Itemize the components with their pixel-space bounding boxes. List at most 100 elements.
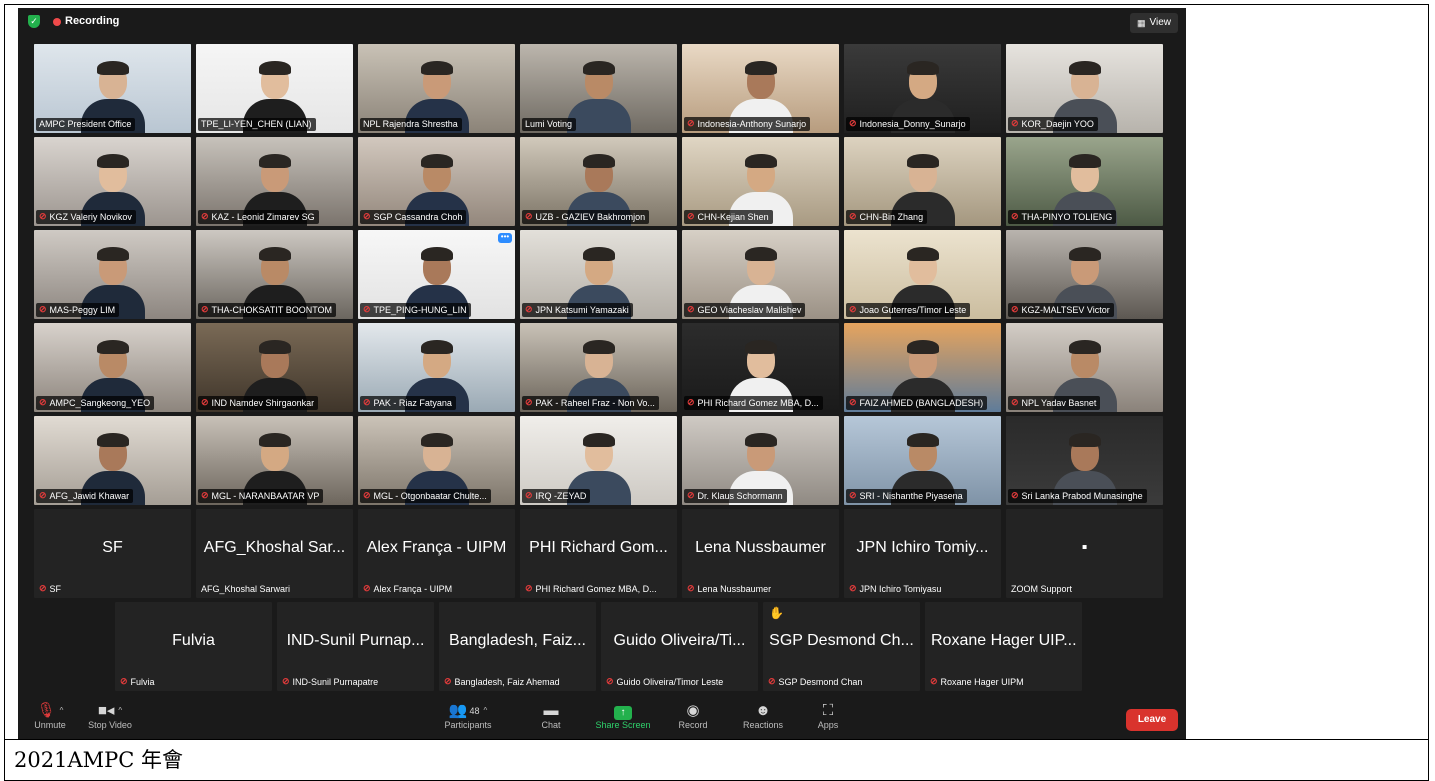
participant-video-tile[interactable]: ⊘ KOR_Daejin YOO [1006, 44, 1163, 133]
participant-video-tile[interactable]: ⊘ MAS-Peggy LIM [34, 230, 191, 319]
participant-video-tile[interactable]: ⊘ PAK - Raheel Fraz - Non Vo... [520, 323, 677, 412]
participant-name-label: ⊘ Fulvia [117, 675, 159, 689]
participant-name-tile[interactable]: ✋ SGP Desmond Ch... ⊘ SGP Desmond Chan [763, 602, 920, 691]
view-button[interactable]: ▦ View [1129, 13, 1178, 33]
participant-video-tile[interactable]: ••• ⊘ TPE_PING-HUNG_LIN [358, 230, 515, 319]
participant-video-tile[interactable]: ⊘ MGL - Otgonbaatar Chulte... [358, 416, 515, 505]
participant-name-label: ⊘ JPN Ichiro Tomiyasu [846, 582, 945, 596]
microphone-muted-icon: ⊘ [39, 490, 47, 500]
participant-display-name: Fulvia [172, 632, 215, 649]
chat-button[interactable]: ▬ Chat [533, 702, 569, 730]
chevron-up-icon[interactable]: ^ [60, 706, 64, 715]
participant-name-tile[interactable]: Bangladesh, Faiz... ⊘ Bangladesh, Faiz Ahe… [439, 602, 596, 691]
participant-video-tile[interactable]: ⊘ THA-CHOKSATIT BOONTOM [196, 230, 353, 319]
participant-name-label: ⊘ PAK - Raheel Fraz - Non Vo... [522, 396, 659, 410]
participant-name: Indonesia-Anthony Sunarjo [697, 118, 807, 129]
reactions-button[interactable]: ☻ Reactions [736, 702, 790, 730]
participant-video-tile[interactable]: ⊘ KGZ-MALTSEV Victor [1006, 230, 1163, 319]
chevron-up-icon[interactable]: ^ [483, 706, 487, 715]
participant-video-tile[interactable]: ⊘ AFG_Jawid Khawar [34, 416, 191, 505]
participant-name-label: ⊘ Joao Guterres/Timor Leste [846, 303, 971, 317]
participant-display-name: Bangladesh, Faiz... [449, 632, 586, 649]
apps-button[interactable]: ⛶ Apps [811, 702, 845, 730]
participant-name-tile[interactable]: Guido Oliveira/Ti... ⊘ Guido Oliveira/Timo… [601, 602, 758, 691]
participant-video-tile[interactable]: ⊘ NPL Yadav Basnet [1006, 323, 1163, 412]
more-options-icon[interactable]: ••• [498, 233, 512, 243]
microphone-muted-icon: ⊘ [363, 490, 371, 500]
participant-name-label: ⊘ Dr. Klaus Schormann [684, 489, 787, 503]
participant-video-tile[interactable]: ⊘ Joao Guterres/Timor Leste [844, 230, 1001, 319]
participant-name-tile[interactable]: JPN Ichiro Tomiy... ⊘ JPN Ichiro Tomiyasu [844, 509, 1001, 598]
participant-video-tile[interactable]: ⊘ SGP Cassandra Choh [358, 137, 515, 226]
participant-name: THA-CHOKSATIT BOONTOM [211, 304, 333, 315]
microphone-muted-icon: ⊘ [363, 211, 371, 221]
participant-name: AFG_Jawid Khawar [49, 490, 130, 501]
participant-video-tile[interactable]: ⊘ Indonesia-Anthony Sunarjo [682, 44, 839, 133]
participant-name-label: ⊘ Bangladesh, Faiz Ahemad [441, 675, 564, 689]
participant-video-tile[interactable]: ⊘ Sri Lanka Prabod Munasinghe [1006, 416, 1163, 505]
participant-video-tile[interactable]: ⊘ PHI Richard Gomez MBA, D... [682, 323, 839, 412]
participant-name-tile[interactable]: ▪ ZOOM Support [1006, 509, 1163, 598]
chat-label: Chat [541, 720, 561, 730]
participant-name-label: ⊘ PHI Richard Gomez MBA, D... [522, 582, 661, 596]
participant-video-feed [566, 61, 631, 133]
participant-video-tile[interactable]: ⊘ KGZ Valeriy Novikov [34, 137, 191, 226]
participant-video-tile[interactable]: ⊘ GEO Viacheslav Malishev [682, 230, 839, 319]
participant-video-tile[interactable]: ⊘ CHN-Bin Zhang [844, 137, 1001, 226]
participant-video-tile[interactable]: ⊘ JPN Katsumi Yamazaki [520, 230, 677, 319]
microphone-muted-icon: ⊘ [39, 304, 47, 314]
participant-name-tile[interactable]: IND-Sunil Purnap... ⊘ IND-Sunil Purnapatre [277, 602, 434, 691]
microphone-muted-icon: ⊘ [1011, 211, 1019, 221]
participant-video-tile[interactable]: ⊘ KAZ - Leonid Zimarev SG [196, 137, 353, 226]
unmute-button[interactable]: 🎙 ^ Unmute [28, 702, 72, 730]
participant-video-tile[interactable]: ⊘ FAIZ AHMED (BANGLADESH) [844, 323, 1001, 412]
participant-name-label: ⊘ Indonesia_Donny_Sunarjo [846, 117, 970, 131]
participant-name: Guido Oliveira/Timor Leste [616, 676, 724, 687]
microphone-muted-icon: ⊘ [525, 304, 533, 314]
shield-icon[interactable]: ✓ [28, 15, 40, 28]
participant-name-tile[interactable]: SF ⊘ SF [34, 509, 191, 598]
participant-video-tile[interactable]: ⊘ PAK - Riaz Fatyana [358, 323, 515, 412]
participant-name-label: ⊘ GEO Viacheslav Malishev [684, 303, 806, 317]
participants-button[interactable]: 👥 48 ^ Participants [438, 702, 498, 730]
participant-video-tile[interactable]: ⊘ THA-PINYO TOLIENG [1006, 137, 1163, 226]
document-divider [4, 739, 1429, 740]
leave-button[interactable]: Leave [1126, 709, 1178, 731]
participant-name: Joao Guterres/Timor Leste [859, 304, 967, 315]
participant-name-label: ⊘ Roxane Hager UIPM [927, 675, 1028, 689]
record-button[interactable]: ◉ Record [673, 702, 713, 730]
participant-name: SRI - Nishanthe Piyasena [859, 490, 963, 501]
stop-video-button[interactable]: ■◂ ^ Stop Video [80, 702, 140, 730]
participant-video-tile[interactable]: TPE_LI-YEN_CHEN (LIAN) [196, 44, 353, 133]
participant-name-tile[interactable]: Roxane Hager UIP... ⊘ Roxane Hager UIPM [925, 602, 1082, 691]
participant-video-tile[interactable]: ⊘ Dr. Klaus Schormann [682, 416, 839, 505]
chevron-up-icon[interactable]: ^ [118, 706, 122, 715]
participant-name-tile[interactable]: Fulvia ⊘ Fulvia [115, 602, 272, 691]
participant-video-tile[interactable]: ⊘ SRI - Nishanthe Piyasena [844, 416, 1001, 505]
participant-video-tile[interactable]: ⊘ Indonesia_Donny_Sunarjo [844, 44, 1001, 133]
participant-video-tile[interactable]: ⊘ CHN-Kejian Shen [682, 137, 839, 226]
participant-name-label: ZOOM Support [1008, 583, 1076, 596]
participant-video-tile[interactable]: ⊘ UZB - GAZIEV Bakhromjon [520, 137, 677, 226]
participant-name-label: ⊘ Lena Nussbaumer [684, 582, 775, 596]
participant-name-tile[interactable]: PHI Richard Gom... ⊘ PHI Richard Gomez MBA… [520, 509, 677, 598]
participant-name-tile[interactable]: Lena Nussbaumer ⊘ Lena Nussbaumer [682, 509, 839, 598]
participant-display-name: JPN Ichiro Tomiy... [856, 539, 989, 556]
participant-video-tile[interactable]: ⊘ AMPC_Sangkeong_YEO [34, 323, 191, 412]
participant-video-tile[interactable]: AMPC President Office [34, 44, 191, 133]
share-screen-button[interactable]: ↑ Share Screen [588, 702, 658, 730]
participant-video-tile[interactable]: NPL Rajendra Shrestha [358, 44, 515, 133]
participant-video-tile[interactable]: ⊘ IRQ -ZEYAD [520, 416, 677, 505]
participant-display-name: PHI Richard Gom... [529, 539, 668, 556]
participant-name-label: ⊘ KOR_Daejin YOO [1008, 117, 1098, 131]
participant-name-tile[interactable]: Alex França - UIPM ⊘ Alex França - UIPM [358, 509, 515, 598]
participant-video-tile[interactable]: Lumi Voting [520, 44, 677, 133]
participant-name-tile[interactable]: AFG_Khoshal Sar... AFG_Khoshal Sarwari [196, 509, 353, 598]
participant-name: CHN-Bin Zhang [859, 211, 924, 222]
participant-name: JPN Katsumi Yamazaki [535, 304, 629, 315]
participant-name-label: ⊘ FAIZ AHMED (BANGLADESH) [846, 396, 988, 410]
participant-name-label: ⊘ THA-PINYO TOLIENG [1008, 210, 1117, 224]
participant-video-tile[interactable]: ⊘ MGL - NARANBAATAR VP [196, 416, 353, 505]
chat-icon: ▬ [543, 702, 559, 719]
participant-video-tile[interactable]: ⊘ IND Namdev Shirgaonkar [196, 323, 353, 412]
